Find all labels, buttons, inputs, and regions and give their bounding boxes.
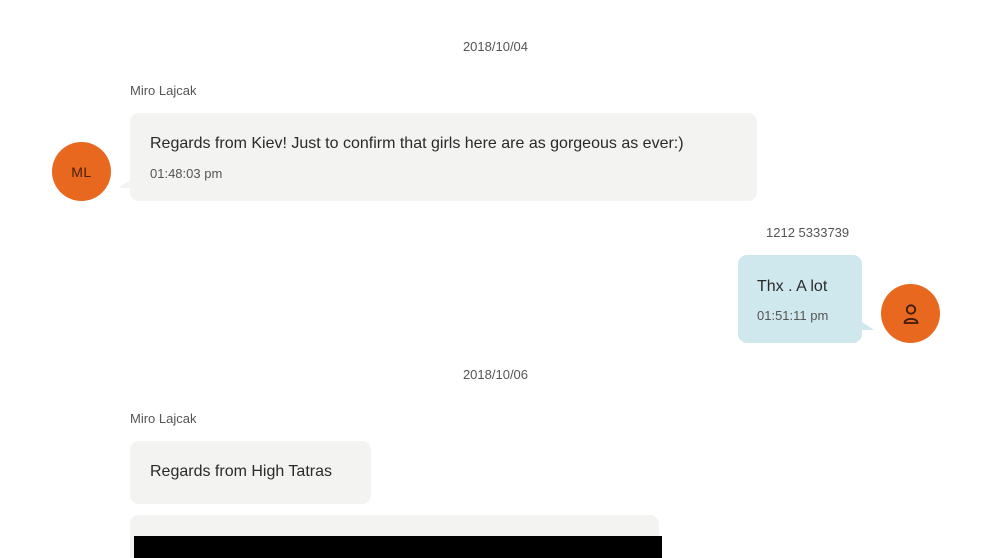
message-bubble[interactable]: Regards from High Tatras xyxy=(130,441,371,504)
avatar-initials: ML xyxy=(71,163,92,180)
image-attachment[interactable] xyxy=(134,536,662,558)
user-icon xyxy=(903,303,918,324)
attachment-bubble[interactable] xyxy=(130,515,662,558)
bubble-tail xyxy=(862,322,874,330)
message-time: 01:51:11 pm xyxy=(757,308,829,323)
date-separator: 2018/10/06 xyxy=(462,367,529,382)
sender-name: Miro Lajcak xyxy=(130,83,197,98)
message-time: 01:48:03 pm xyxy=(150,166,223,181)
bubble-tail xyxy=(118,180,130,188)
sender-avatar[interactable]: ML xyxy=(52,142,111,201)
sender-name: 1212 5333739 xyxy=(766,225,850,240)
user-avatar[interactable] xyxy=(881,284,940,343)
message-text: Regards from High Tatras xyxy=(150,463,332,480)
message-text: Thx . A lot xyxy=(757,278,828,295)
message-bubble[interactable]: Thx . A lot 01:51:11 pm xyxy=(738,255,862,343)
message-bubble[interactable]: Regards from Kiev! Just to confirm that … xyxy=(130,113,757,201)
chat-thread: 2018/10/04 Miro Lajcak ML Regards from K… xyxy=(0,0,991,558)
date-separator: 2018/10/04 xyxy=(462,39,529,54)
message-text: Regards from Kiev! Just to confirm that … xyxy=(150,135,684,152)
sender-name: Miro Lajcak xyxy=(130,411,197,426)
